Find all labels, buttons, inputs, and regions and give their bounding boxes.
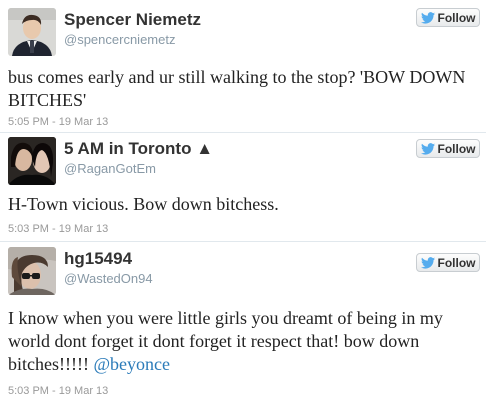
avatar-photo-icon xyxy=(8,137,56,185)
tweet-text: bus comes early and ur still walking to … xyxy=(8,67,466,110)
mention-link[interactable]: @beyonce xyxy=(93,354,170,374)
follow-button[interactable]: Follow xyxy=(416,139,480,158)
avatar[interactable] xyxy=(8,8,56,56)
divider xyxy=(0,241,486,242)
follow-button-label: Follow xyxy=(437,10,476,25)
follow-button-label: Follow xyxy=(437,141,476,156)
tweet-text-body: I know when you were little girls you dr… xyxy=(8,308,443,374)
username[interactable]: @spencercniemetz xyxy=(64,32,175,47)
display-name[interactable]: hg15494 xyxy=(64,249,132,269)
twitter-bird-icon xyxy=(420,256,435,269)
twitter-bird-icon xyxy=(420,11,435,24)
follow-button[interactable]: Follow xyxy=(416,253,480,272)
timestamp[interactable]: 5:03 PM - 19 Mar 13 xyxy=(8,223,108,235)
follow-button-label: Follow xyxy=(437,255,476,270)
avatar-photo-icon xyxy=(8,247,56,295)
divider xyxy=(0,132,486,133)
username[interactable]: @RaganGotEm xyxy=(64,161,156,176)
follow-button[interactable]: Follow xyxy=(416,8,480,27)
timestamp[interactable]: 5:03 PM - 19 Mar 13 xyxy=(8,385,108,397)
tweet-text: H-Town vicious. Bow down bitchess. xyxy=(8,194,279,214)
display-name[interactable]: 5 AM in Toronto ▲ xyxy=(64,139,213,159)
avatar[interactable] xyxy=(8,137,56,185)
tweet-text: I know when you were little girls you dr… xyxy=(8,307,476,376)
username[interactable]: @WastedOn94 xyxy=(64,271,153,286)
display-name[interactable]: Spencer Niemetz xyxy=(64,10,201,30)
avatar-photo-icon xyxy=(8,8,56,56)
twitter-bird-icon xyxy=(420,142,435,155)
avatar[interactable] xyxy=(8,247,56,295)
timestamp[interactable]: 5:05 PM - 19 Mar 13 xyxy=(8,116,108,128)
